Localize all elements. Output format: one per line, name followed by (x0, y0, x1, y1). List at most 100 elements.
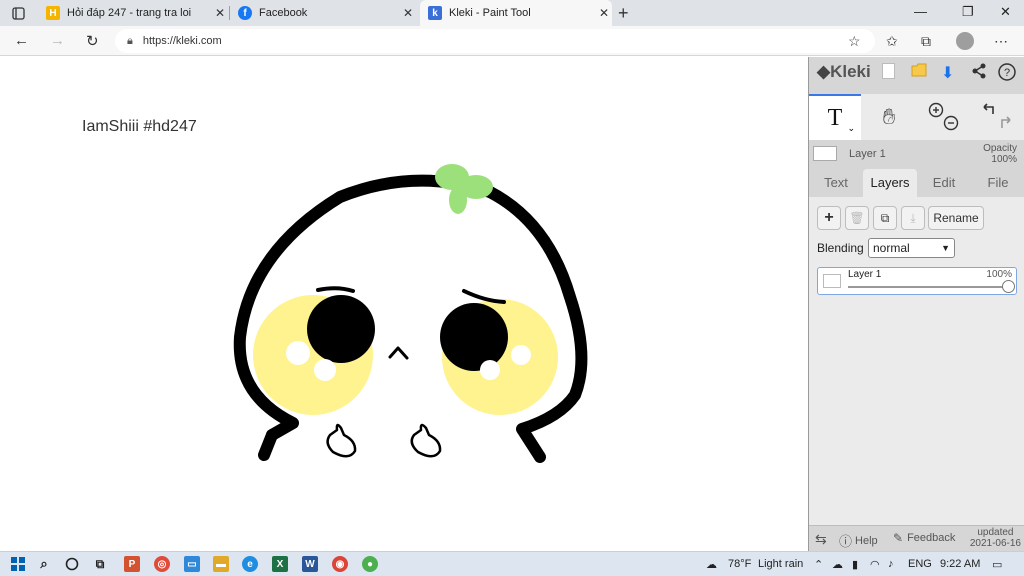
left-foot (258, 429, 278, 461)
cloud-icon[interactable]: ☁︎ (832, 558, 843, 571)
wifi-icon[interactable]: ◠ (870, 558, 880, 571)
weather-icon[interactable]: ☁︎ (706, 558, 717, 571)
facebook-favicon-icon: f (238, 6, 252, 20)
text-tool-button[interactable]: T ⌄ (809, 94, 861, 140)
collections-icon[interactable]: ⧉ (921, 33, 931, 50)
language-indicator[interactable]: ENG (908, 558, 932, 570)
drawing-canvas[interactable]: IamShiii #hd247 (0, 57, 808, 551)
close-window-icon[interactable]: ✕ (1000, 4, 1011, 20)
back-icon[interactable]: ← (14, 32, 29, 49)
left-hand (326, 423, 357, 458)
address-toolbar: ← → ↻ 🔒︎ https://kleki.com ☆ ✩ ⧉ ⋯ (0, 26, 1024, 56)
layers-panel: + 🗑︎ ⧉ ⤓ Rename Blending normal ▼ Layer … (809, 197, 1024, 527)
feedback-link[interactable]: ✎ Feedback (893, 531, 955, 545)
tab-actions-icon[interactable] (10, 5, 26, 21)
new-tab-icon[interactable]: + (618, 3, 629, 24)
close-tab-icon[interactable]: ✕ (596, 6, 612, 20)
word-icon[interactable]: W (302, 556, 318, 572)
url-field[interactable]: 🔒︎ https://kleki.com (115, 29, 875, 53)
merge-down-icon: ⤓ (910, 210, 916, 225)
duplicate-layer-button[interactable]: ⧉ (873, 206, 897, 230)
blending-value: normal (873, 241, 910, 255)
left-eye-highlight-2 (314, 359, 336, 381)
right-eye (440, 303, 508, 371)
kleki-footer: ⇆ ⓘ Help ✎ Feedback updated 2021-06-16 (809, 525, 1024, 551)
show-hidden-icons-icon[interactable]: ⌃ (814, 558, 823, 571)
powerpoint-icon[interactable]: P (124, 556, 140, 572)
close-tab-icon[interactable]: ✕ (400, 6, 416, 20)
windows-start-icon[interactable] (10, 556, 26, 572)
tool-dropdown-chevron-icon[interactable]: ⌄ (847, 123, 855, 134)
favorites-icon[interactable]: ✩ (886, 33, 898, 50)
browser-tab-kleki[interactable]: k Kleki - Paint Tool ✕ (420, 0, 612, 26)
layer-opacity-track (848, 286, 1008, 288)
delete-layer-button[interactable]: 🗑︎ (845, 206, 869, 230)
share-icon[interactable] (971, 63, 987, 84)
close-tab-icon[interactable]: ✕ (212, 6, 228, 20)
app-green-icon[interactable]: ● (362, 556, 378, 572)
hoidap-favicon-icon: H (46, 6, 60, 20)
minimize-icon[interactable]: — (914, 4, 927, 19)
hand-tool-button[interactable]: ✋︎ (865, 94, 913, 140)
right-eye-highlight-2 (480, 360, 500, 380)
layer-list-item[interactable]: Layer 1 100% (817, 267, 1017, 295)
battery-icon[interactable]: ▮ (852, 558, 858, 571)
tab-layers[interactable]: Layers (863, 169, 917, 197)
layer-opacity-slider-thumb[interactable] (1002, 280, 1015, 293)
tab-text[interactable]: Text (809, 169, 863, 197)
left-eye-highlight-1 (286, 341, 310, 365)
open-folder-icon[interactable] (911, 63, 927, 82)
forward-icon[interactable]: → (50, 32, 65, 49)
layer-item-opacity: 100% (986, 269, 1012, 280)
opacity-label: Opacity (983, 143, 1017, 154)
tab-file[interactable]: File (971, 169, 1024, 197)
excel-icon[interactable]: X (272, 556, 288, 572)
weather-temp[interactable]: 78°F (728, 558, 751, 570)
rename-button[interactable]: Rename (928, 206, 984, 230)
search-icon[interactable]: ⌕ (36, 556, 52, 572)
tab-edit[interactable]: Edit (917, 169, 971, 197)
volume-icon[interactable]: ♪ (888, 558, 894, 570)
new-image-icon[interactable] (882, 63, 895, 84)
chevron-down-icon: ▼ (941, 243, 950, 253)
tab-label: Facebook (259, 7, 308, 19)
browser-tab-facebook[interactable]: f Facebook ✕ (230, 0, 416, 26)
feedback-label: Feedback (907, 532, 956, 544)
zoom-tool-button[interactable] (917, 94, 971, 140)
restore-icon[interactable]: ❐ (962, 4, 974, 20)
add-favorite-icon[interactable]: ☆ (848, 33, 861, 50)
tool-row: T ⌄ ✋︎ (809, 94, 1024, 140)
url-text: https://kleki.com (142, 35, 222, 47)
hand-icon: ✋︎ (882, 104, 896, 129)
chrome-icon[interactable]: ◉ (332, 556, 348, 572)
more-menu-icon[interactable]: ⋯ (994, 33, 1008, 50)
kleki-logo-icon: ◆ (817, 62, 831, 81)
cortana-icon[interactable] (64, 556, 80, 572)
clock-time[interactable]: 9:22 AM (940, 558, 980, 570)
add-layer-button[interactable]: + (817, 206, 841, 230)
app-red-icon[interactable]: ◎ (154, 556, 170, 572)
current-layer-info: Layer 1 Opacity 100% (809, 141, 1024, 167)
undo-redo-button[interactable] (973, 94, 1021, 140)
monitor-icon[interactable]: ▭ (184, 556, 200, 572)
left-eye (307, 295, 375, 363)
kleki-favicon-icon: k (428, 6, 442, 20)
edge-icon[interactable]: e (242, 556, 258, 572)
merge-down-button[interactable]: ⤓ (901, 206, 925, 230)
blending-label: Blending (817, 241, 864, 255)
right-eye-highlight-1 (511, 345, 531, 365)
task-view-icon[interactable]: ⧉ (92, 556, 108, 572)
file-explorer-icon[interactable]: ▬ (213, 556, 229, 572)
download-icon[interactable]: ⬇ (941, 63, 954, 83)
notification-icon[interactable]: ▭ (992, 558, 1002, 571)
updated-info: updated 2021-06-16 (970, 527, 1021, 549)
blending-select[interactable]: normal ▼ (868, 238, 955, 258)
help-link[interactable]: ⓘ Help (839, 531, 878, 550)
profile-avatar[interactable] (956, 32, 974, 50)
weather-desc[interactable]: Light rain (758, 558, 803, 570)
browser-tab-hoidap[interactable]: H Hỏi đáp 247 - trang tra loi ✕ (38, 0, 228, 26)
reload-icon[interactable]: ↻ (86, 32, 99, 50)
help-circle-icon[interactable]: ? (998, 63, 1016, 86)
swap-panel-icon[interactable]: ⇆ (815, 531, 827, 548)
current-layer-thumbnail (813, 146, 837, 161)
